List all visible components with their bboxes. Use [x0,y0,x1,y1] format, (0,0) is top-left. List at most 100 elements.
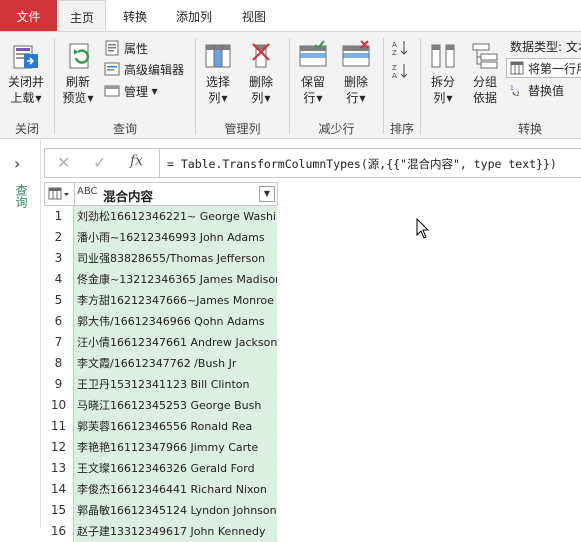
chevron-right-icon[interactable]: › [14,154,20,173]
keep-rows-icon [299,40,327,67]
table-row[interactable]: 6 郭大伟/16612346966 Qohn Adams [44,311,278,332]
svg-text:Z: Z [392,49,397,57]
row-index[interactable]: 1 [44,206,74,227]
formula-input[interactable]: = Table.TransformColumnTypes(源,{{"混合内容",… [167,156,557,172]
tab-file[interactable]: 文件 [0,0,57,31]
table-cell[interactable]: 王文璨16612346326 Gerald Ford [74,458,277,479]
keep-rows-button[interactable]: 保留 行▼ [294,40,332,107]
row-index[interactable]: 14 [44,479,74,500]
row-index[interactable]: 6 [44,311,74,332]
choose-columns-icon [205,44,231,68]
row-index[interactable]: 7 [44,332,74,353]
table-row[interactable]: 8 李文霞/16612347762 /Bush Jr [44,353,278,374]
tab-home[interactable]: 主页 [58,0,106,31]
sort-descending-button[interactable]: ZA [391,61,413,81]
table-cell[interactable]: 郭芙蓉16612346556 Ronald Rea [74,416,277,437]
grid-header: ABC 混合内容 ▼ [44,182,278,206]
group-by-label-2: 依据 [472,91,497,105]
data-type-dropdown[interactable]: 数据类型: 文本 [510,36,581,56]
table-cell[interactable]: 刘劲松16612346221~ George Washin... [74,206,277,227]
table-row[interactable]: 12 李艳艳16112347966 Jimmy Carte [44,437,278,458]
table-cell[interactable]: 潘小雨~16212346993 John Adams [74,227,277,248]
remove-rows-button[interactable]: 删除 行▼ [337,40,375,107]
table-cell[interactable]: 李文霞/16612347762 /Bush Jr [74,353,277,374]
queries-pane-label[interactable]: 查询 [13,184,28,208]
close-load-icon [13,45,38,69]
confirm-formula-icon[interactable]: ✓ [93,153,106,172]
table-cell[interactable]: 郭大伟/16612346966 Qohn Adams [74,311,277,332]
table-row[interactable]: 7 汪小倩16612347661 Andrew Jackson [44,332,278,353]
remove-rows-icon [342,40,370,67]
fx-icon: fx [130,153,144,169]
properties-icon [105,40,119,56]
row-index[interactable]: 13 [44,458,74,479]
split-column-button[interactable]: 拆分 列▼ [424,40,462,107]
table-row[interactable]: 1 刘劲松16612346221~ George Washin... [44,206,278,227]
keep-rows-label-1: 保留 [300,75,325,89]
table-row[interactable]: 11 郭芙蓉16612346556 Ronald Rea [44,416,278,437]
advanced-editor-button[interactable]: 高级编辑器 [104,59,184,79]
table-select-all[interactable] [45,183,75,205]
replace-values-button[interactable]: 12 替换值 [510,80,564,100]
sort-descending-icon: ZA [392,64,408,80]
properties-label: 属性 [124,41,149,56]
remove-columns-button[interactable]: 删除 列▼ [243,40,279,107]
table-cell[interactable]: 李俊杰16612346441 Richard Nixon [74,479,277,500]
row-index[interactable]: 4 [44,269,74,290]
group-by-button[interactable]: 分组 依据 [466,40,504,106]
mouse-cursor-icon [416,218,430,239]
table-cell[interactable]: 李艳艳16112347966 Jimmy Carte [74,437,277,458]
table-row[interactable]: 10 马晓江16612345253 George Bush [44,395,278,416]
table-cell[interactable]: 郭晶敏16612345124 Lyndon Johnson [74,500,277,521]
row-index[interactable]: 9 [44,374,74,395]
row-index[interactable]: 12 [44,437,74,458]
choose-columns-label-2: 列 [208,91,221,105]
table-cell[interactable]: 马晓江16612345253 George Bush [74,395,277,416]
table-row[interactable]: 4 佟金康~13212346365 James Madison [44,269,278,290]
use-first-row-as-headers-button[interactable]: 将第一行用 [506,58,581,78]
table-cell[interactable]: 李方甜16212347666~James Monroe [74,290,277,311]
table-row[interactable]: 13 王文璨16612346326 Gerald Ford [44,458,278,479]
table-cell[interactable]: 王卫丹15312341123 Bill Clinton [74,374,277,395]
row-index[interactable]: 5 [44,290,74,311]
refresh-preview-button[interactable]: 刷新 预览▼ [58,40,98,107]
choose-columns-label-1: 选择 [205,75,230,89]
table-row[interactable]: 3 司业强83828655/Thomas Jefferson [44,248,278,269]
table-row[interactable]: 5 李方甜16212347666~James Monroe [44,290,278,311]
row-index[interactable]: 15 [44,500,74,521]
row-index[interactable]: 11 [44,416,74,437]
row-index[interactable]: 10 [44,395,74,416]
table-cell[interactable]: 赵子建13312349617 John Kennedy [74,521,277,542]
properties-button[interactable]: 属性 [104,38,148,58]
manage-button[interactable]: 管理 ▼ [104,81,158,101]
ribbon-home: 关闭并 上载▼ 刷新 预览▼ 属性 高级编辑器 管理 ▼ 选择 列▼ 删除 列▼… [0,31,581,139]
data-type-label: 数据类型: 文本 [510,39,581,54]
table-cell[interactable]: 汪小倩16612347661 Andrew Jackson [74,332,277,353]
table-cell[interactable]: 佟金康~13212346365 James Madison [74,269,277,290]
queries-pane: › 查询 [0,140,41,528]
table-row[interactable]: 16 赵子建13312349617 John Kennedy [44,521,278,542]
cancel-formula-icon[interactable]: ✕ [57,153,70,172]
column-type-icon[interactable]: ABC [77,186,98,197]
row-index[interactable]: 8 [44,353,74,374]
table-row[interactable]: 14 李俊杰16612346441 Richard Nixon [44,479,278,500]
row-index[interactable]: 3 [44,248,74,269]
close-and-load-button[interactable]: 关闭并 上载▼ [4,40,48,107]
table-row[interactable]: 15 郭晶敏16612345124 Lyndon Johnson [44,500,278,521]
table-row[interactable]: 2 潘小雨~16212346993 John Adams [44,227,278,248]
table-cell[interactable]: 司业强83828655/Thomas Jefferson [74,248,277,269]
column-header-label[interactable]: 混合内容 [103,186,153,205]
group-label-sort: 排序 [389,122,414,136]
table-row[interactable]: 9 王卫丹15312341123 Bill Clinton [44,374,278,395]
tab-add-column[interactable]: 添加列 [165,0,223,31]
sort-ascending-button[interactable]: AZ [391,38,413,58]
tab-view[interactable]: 视图 [230,0,278,31]
chevron-down-icon: ▼ [316,93,323,103]
row-index[interactable]: 2 [44,227,74,248]
data-grid: ABC 混合内容 ▼ 1 刘劲松16612346221~ George Washi… [44,182,278,542]
choose-columns-button[interactable]: 选择 列▼ [200,40,236,107]
svg-text:1: 1 [510,85,514,92]
column-filter-dropdown-icon[interactable]: ▼ [259,186,275,202]
tab-transform[interactable]: 转换 [110,0,160,31]
row-index[interactable]: 16 [44,521,74,542]
